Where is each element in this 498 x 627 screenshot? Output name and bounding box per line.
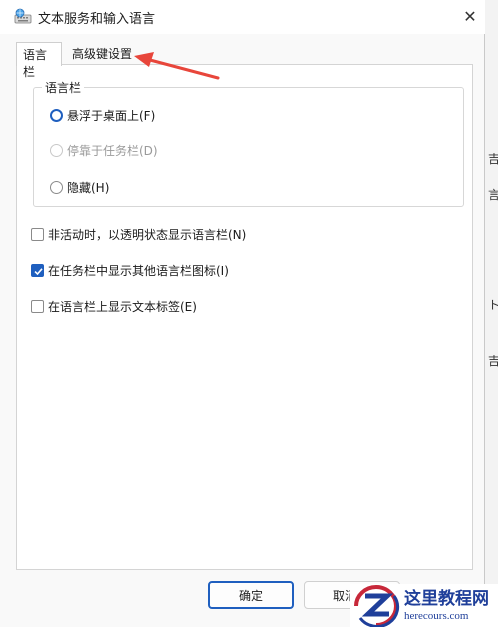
language-bar-groupbox: 语言栏 悬浮于桌面上(F) 停靠于任务栏(D) 隐藏(H) bbox=[33, 79, 464, 207]
tab-advanced-key-settings[interactable]: 高级键设置 bbox=[66, 42, 138, 64]
site-watermark: 这里教程网 herecours.com bbox=[350, 584, 498, 627]
radio-hidden[interactable]: 隐藏(H) bbox=[50, 179, 109, 196]
checkbox-label: 非活动时，以透明状态显示语言栏(N) bbox=[48, 228, 247, 242]
radio-label: 隐藏(H) bbox=[67, 181, 110, 195]
checkbox-checked[interactable] bbox=[31, 264, 44, 277]
checkbox-label: 在任务栏中显示其他语言栏图标(I) bbox=[48, 264, 229, 278]
radio-float-on-desktop[interactable]: 悬浮于桌面上(F) bbox=[50, 107, 155, 124]
keyboard-globe-icon bbox=[14, 8, 32, 24]
radio-button-checked[interactable] bbox=[50, 109, 63, 122]
ok-button[interactable]: 确定 bbox=[208, 581, 294, 609]
checkbox[interactable] bbox=[31, 300, 44, 313]
background-text-fragment: 吉 bbox=[488, 354, 498, 368]
background-text-fragment: 言 bbox=[488, 188, 498, 202]
radio-button[interactable] bbox=[50, 181, 63, 194]
watermark-title: 这里教程网 bbox=[404, 588, 489, 609]
red-arrow-annotation-icon bbox=[134, 52, 220, 80]
checkmark-icon bbox=[34, 268, 43, 276]
checkbox[interactable] bbox=[31, 228, 44, 241]
radio-button-disabled bbox=[50, 144, 63, 157]
window-title: 文本服务和输入语言 bbox=[38, 12, 156, 27]
checkbox-show-extra-icons-in-taskbar[interactable]: 在任务栏中显示其他语言栏图标(I) bbox=[31, 262, 229, 279]
text-services-dialog: 文本服务和输入语言 ✕ 语言栏 高级键设置 语言栏 悬浮于桌面上(F) 停靠于任… bbox=[0, 0, 485, 627]
radio-dock-in-taskbar: 停靠于任务栏(D) bbox=[50, 142, 158, 159]
background-text-fragment: ト bbox=[488, 298, 498, 312]
close-icon: ✕ bbox=[463, 6, 477, 26]
checkbox-transparent-when-inactive[interactable]: 非活动时，以透明状态显示语言栏(N) bbox=[31, 226, 246, 243]
tab-language-bar[interactable]: 语言栏 bbox=[16, 42, 62, 79]
language-bar-tab-panel: 语言栏 悬浮于桌面上(F) 停靠于任务栏(D) 隐藏(H) 非活动时，以透明状态… bbox=[16, 64, 473, 570]
watermark-logo-icon bbox=[354, 585, 400, 627]
title-bar[interactable]: 文本服务和输入语言 ✕ bbox=[0, 0, 485, 34]
groupbox-title: 语言栏 bbox=[42, 79, 85, 96]
radio-label: 悬浮于桌面上(F) bbox=[67, 109, 156, 123]
checkbox-show-text-labels[interactable]: 在语言栏上显示文本标签(E) bbox=[31, 298, 197, 315]
watermark-url: herecours.com bbox=[404, 609, 469, 622]
background-text-fragment: 吉 bbox=[488, 152, 498, 166]
background-window bbox=[484, 0, 498, 627]
checkbox-label: 在语言栏上显示文本标签(E) bbox=[48, 300, 197, 314]
radio-label: 停靠于任务栏(D) bbox=[67, 144, 158, 158]
close-button[interactable]: ✕ bbox=[456, 2, 484, 30]
